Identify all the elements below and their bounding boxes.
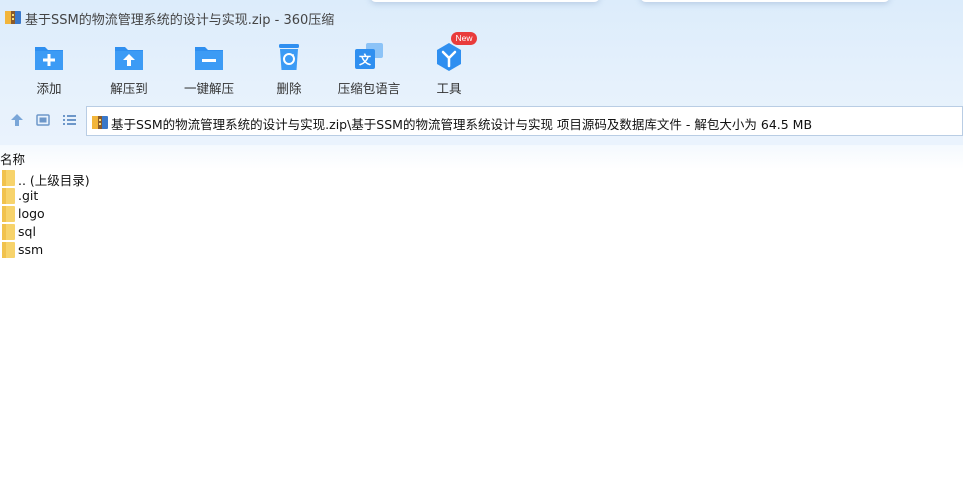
title-glow-decoration <box>640 0 890 2</box>
archive-language-icon: 文 <box>355 43 383 69</box>
add-button-label: 添加 <box>36 81 62 96</box>
column-header-name[interactable]: 名称 <box>0 149 25 168</box>
archive-app-icon <box>5 11 21 24</box>
title-glow-decoration <box>370 0 600 2</box>
file-list-header: 名称 <box>0 145 963 169</box>
new-badge: New <box>451 32 477 45</box>
folder-row[interactable]: logo <box>0 205 963 223</box>
one-click-extract-button[interactable]: 一键解压 <box>169 34 249 100</box>
folder-row[interactable]: .git <box>0 187 963 205</box>
one-click-extract-icon <box>195 47 223 70</box>
folder-icon <box>2 188 15 204</box>
address-path: 基于SSM的物流管理系统的设计与实现.zip\基于SSM的物流管理系统设计与实现… <box>111 117 813 132</box>
delete-button-label: 删除 <box>276 81 302 96</box>
folder-icon <box>2 170 15 186</box>
folder-row[interactable]: ssm <box>0 241 963 259</box>
delete-button[interactable]: 删除 <box>249 34 329 100</box>
navigation-row: 基于SSM的物流管理系统的设计与实现.zip\基于SSM的物流管理系统设计与实现… <box>0 106 963 136</box>
archive-language-button-label: 压缩包语言 <box>337 81 401 96</box>
parent-directory-row[interactable]: .. (上级目录) <box>0 169 963 188</box>
extract-to-button-label: 解压到 <box>110 81 148 96</box>
file-name: sql <box>18 224 36 239</box>
tools-icon <box>437 43 461 71</box>
file-list: .. (上级目录) .git logo sql ssm <box>0 169 963 259</box>
folder-row[interactable]: sql <box>0 223 963 241</box>
svg-text:文: 文 <box>359 52 372 67</box>
list-view-icon[interactable] <box>61 112 77 128</box>
address-bar[interactable]: 基于SSM的物流管理系统的设计与实现.zip\基于SSM的物流管理系统设计与实现… <box>86 106 963 136</box>
extract-to-button[interactable]: 解压到 <box>89 34 169 100</box>
folder-icon <box>2 242 15 258</box>
add-icon <box>35 47 63 70</box>
up-arrow-icon[interactable] <box>9 112 25 128</box>
toolbar: 添加 解压到 一键解压 删除 文 压缩包语言 工具 New <box>0 32 963 100</box>
tools-button[interactable]: 工具 <box>409 34 489 100</box>
archive-language-button[interactable]: 文 压缩包语言 <box>329 34 409 100</box>
one-click-extract-button-label: 一键解压 <box>183 81 234 96</box>
folder-icon <box>2 224 15 240</box>
extract-to-icon <box>115 47 143 70</box>
folder-icon <box>2 206 15 222</box>
file-name: ssm <box>18 242 44 257</box>
add-button[interactable]: 添加 <box>9 34 89 100</box>
window-title: 基于SSM的物流管理系统的设计与实现.zip - 360压缩 <box>25 13 335 28</box>
file-name: logo <box>18 206 45 221</box>
thumbnail-view-icon[interactable] <box>35 112 51 128</box>
delete-icon <box>279 44 299 70</box>
file-name: .git <box>18 188 39 203</box>
archive-file-icon <box>92 116 108 129</box>
title-bar: 基于SSM的物流管理系统的设计与实现.zip - 360压缩 <box>0 0 963 34</box>
tools-button-label: 工具 <box>436 81 462 96</box>
